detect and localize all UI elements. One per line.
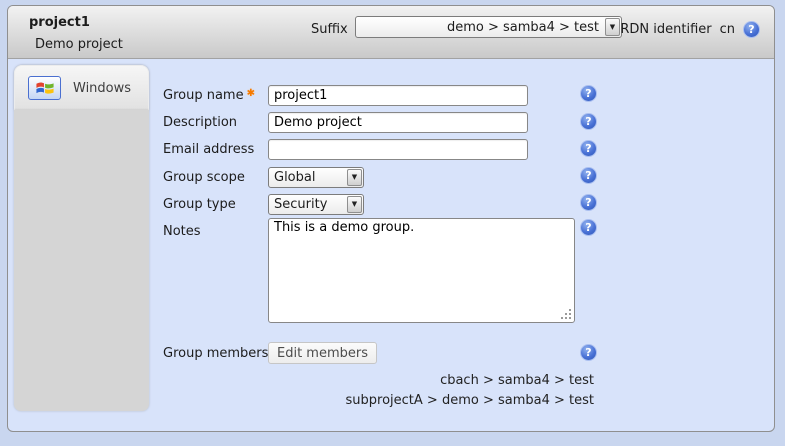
group-name-label: Group name✱ xyxy=(163,88,255,103)
email-address-input[interactable] xyxy=(268,139,528,160)
help-icon[interactable]: ? xyxy=(580,140,597,157)
help-icon[interactable]: ? xyxy=(580,113,597,130)
help-icon[interactable]: ? xyxy=(580,194,597,211)
suffix-select[interactable]: demo > samba4 > test ▼ xyxy=(355,16,622,38)
edit-members-button[interactable]: Edit members xyxy=(268,342,377,364)
description-input[interactable] xyxy=(268,112,528,133)
group-type-select[interactable]: Security ▼ xyxy=(268,194,364,215)
page-title: project1 xyxy=(29,15,90,30)
group-scope-select[interactable]: Global ▼ xyxy=(268,167,364,188)
group-scope-label: Group scope xyxy=(163,170,245,185)
notes-label: Notes xyxy=(163,224,201,239)
group-editor-window: project1 Demo project Suffix demo > samb… xyxy=(7,5,775,432)
rdn-identifier-label: RDN identifier xyxy=(620,22,711,37)
windows-logo-icon xyxy=(28,76,61,100)
group-members-label: Group members xyxy=(163,346,268,361)
sidebar-body xyxy=(14,110,149,411)
rdn-group: RDN identifier cn ? xyxy=(620,21,760,38)
notes-textarea[interactable]: This is a demo group. xyxy=(268,218,575,323)
chevron-down-icon: ▼ xyxy=(347,169,362,186)
chevron-down-icon: ▼ xyxy=(605,18,620,36)
description-label: Description xyxy=(163,115,237,130)
member-entry: subprojectA > demo > samba4 > test xyxy=(346,391,594,411)
rdn-identifier-value: cn xyxy=(720,22,735,37)
notes-field-wrap: This is a demo group. xyxy=(268,218,575,323)
email-address-label: Email address xyxy=(163,142,254,157)
window-header: project1 Demo project Suffix demo > samb… xyxy=(8,6,774,59)
resize-grip-icon[interactable] xyxy=(569,317,571,319)
help-icon[interactable]: ? xyxy=(580,167,597,184)
help-icon[interactable]: ? xyxy=(580,344,597,361)
required-icon: ✱ xyxy=(247,88,255,99)
help-icon[interactable]: ? xyxy=(580,219,597,236)
group-scope-value: Global xyxy=(269,170,346,185)
tab-windows-label: Windows xyxy=(73,81,131,96)
suffix-label: Suffix xyxy=(311,22,348,37)
chevron-down-icon: ▼ xyxy=(347,196,362,213)
member-entry: cbach > samba4 > test xyxy=(346,371,594,391)
member-list: cbach > samba4 > test subprojectA > demo… xyxy=(346,371,594,411)
page-subtitle: Demo project xyxy=(35,37,123,52)
help-icon[interactable]: ? xyxy=(580,85,597,102)
group-type-value: Security xyxy=(269,197,346,212)
suffix-select-value: demo > samba4 > test xyxy=(356,20,604,35)
help-icon[interactable]: ? xyxy=(743,21,760,38)
group-type-label: Group type xyxy=(163,197,236,212)
sidebar: Windows xyxy=(14,65,149,411)
group-name-input[interactable] xyxy=(268,85,528,106)
tab-windows[interactable]: Windows xyxy=(14,65,149,110)
